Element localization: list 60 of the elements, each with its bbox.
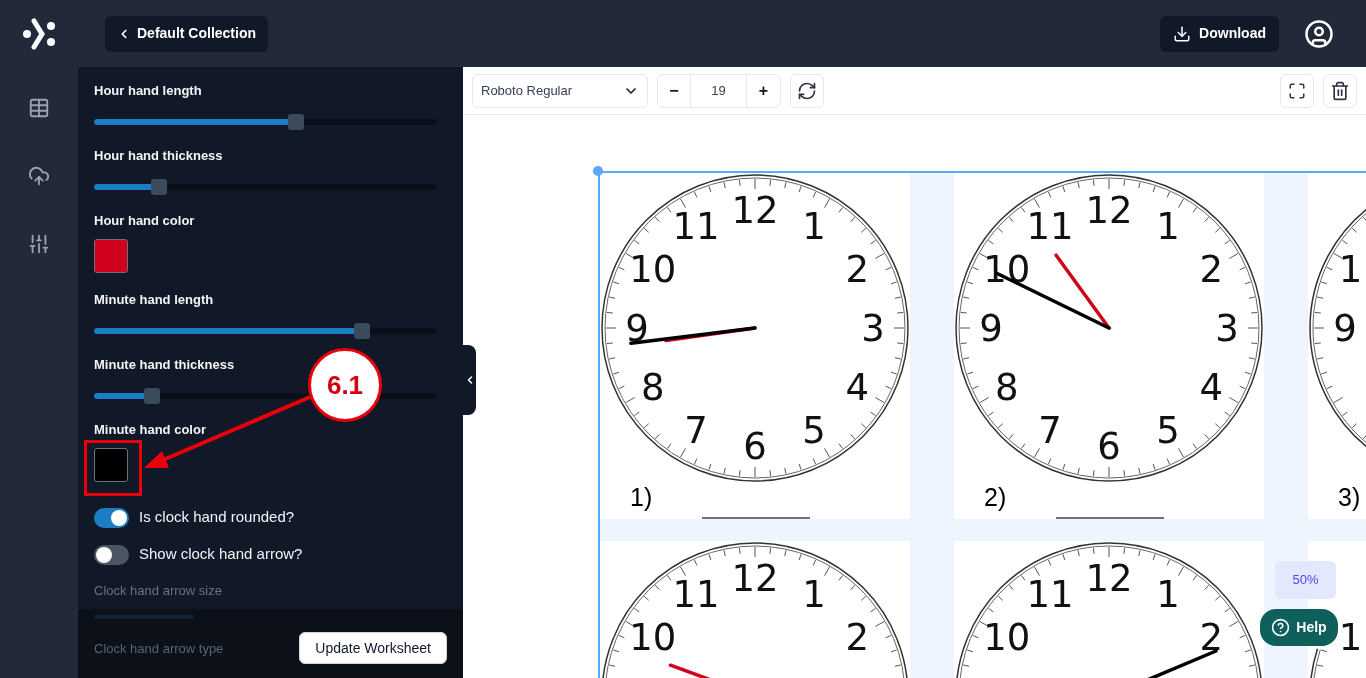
clock-numeral: 2	[845, 616, 869, 659]
clock-numeral: 2	[1199, 248, 1223, 291]
question-number: 1)	[630, 485, 653, 510]
setting-label: Minute hand length	[94, 291, 215, 309]
clock-numeral: 10	[629, 616, 677, 659]
clock-numeral: 12	[731, 557, 779, 600]
setting-label: Hour hand thickness	[94, 147, 224, 165]
toggle-label: Show clock hand arrow?	[139, 544, 303, 565]
faded-setting-label: Clock hand arrow type	[94, 639, 224, 658]
font-size-field[interactable]: 19	[691, 74, 747, 107]
clock-numeral: 8	[641, 366, 665, 409]
decrease-button[interactable]: −	[658, 74, 691, 107]
clock-numeral: 11	[1026, 204, 1074, 248]
clock-numeral: 2	[845, 248, 869, 291]
clock-numeral: 9	[979, 307, 1003, 350]
clock-numeral: 1	[1156, 572, 1180, 616]
clock-numeral: 1	[1338, 248, 1363, 291]
update-worksheet-button[interactable]: Update Worksheet	[299, 632, 447, 664]
clock-numeral: 10	[629, 248, 677, 291]
zoom-badge: 50%	[1275, 561, 1336, 599]
download-button[interactable]: Download	[1160, 15, 1279, 52]
clock-numeral: 10	[983, 248, 1031, 291]
clock-numeral: 12	[731, 189, 779, 232]
setting-label: Minute hand thickness	[94, 356, 236, 374]
clock-numeral: 1	[802, 572, 826, 616]
clock-numeral: 8	[995, 366, 1019, 409]
setting-label: Clock hand arrow size	[94, 582, 222, 601]
clock-numeral: 4	[845, 366, 869, 409]
help-button[interactable]: Help	[1260, 609, 1338, 646]
annotation-badge: 6.1	[308, 348, 382, 422]
clock-numeral: 7	[684, 409, 708, 453]
clock-numeral: 1	[1338, 616, 1363, 659]
question-number: 3)	[1338, 485, 1361, 510]
back-button[interactable]: Default Collection	[105, 15, 268, 52]
clock-numeral: 11	[672, 572, 720, 616]
clock-numeral: 3	[1215, 307, 1239, 350]
clock-numeral: 6	[743, 425, 767, 468]
clock-numeral: 1	[1156, 204, 1180, 248]
clock-numeral: 11	[672, 204, 720, 248]
clock-numeral: 3	[861, 307, 885, 350]
clock-numeral: 5	[802, 409, 826, 453]
clock-numeral: 6	[1097, 425, 1121, 468]
font-select[interactable]: Roboto Regular	[472, 73, 648, 108]
clock-numeral: 11	[1026, 572, 1074, 616]
clock-numeral: 12	[1085, 557, 1133, 600]
clock-numeral: 9	[625, 307, 649, 350]
setting-label: Hour hand length	[94, 82, 203, 100]
question-number: 2)	[984, 485, 1007, 510]
setting-label: Hour hand color	[94, 212, 196, 230]
clock-numeral: 1	[802, 204, 826, 248]
clock-numeral: 5	[1156, 409, 1180, 453]
clock-numeral: 2	[1199, 616, 1223, 659]
toggle-label: Is clock hand rounded?	[139, 507, 295, 528]
clock-numeral: 9	[1333, 307, 1357, 350]
setting-label: Minute hand color	[94, 421, 207, 439]
clock-numeral: 10	[983, 616, 1031, 659]
clock-numeral: 12	[1085, 189, 1133, 232]
clock-numeral: 7	[1038, 409, 1062, 453]
increase-button[interactable]: +	[747, 74, 780, 107]
clock-numeral: 4	[1199, 366, 1223, 409]
